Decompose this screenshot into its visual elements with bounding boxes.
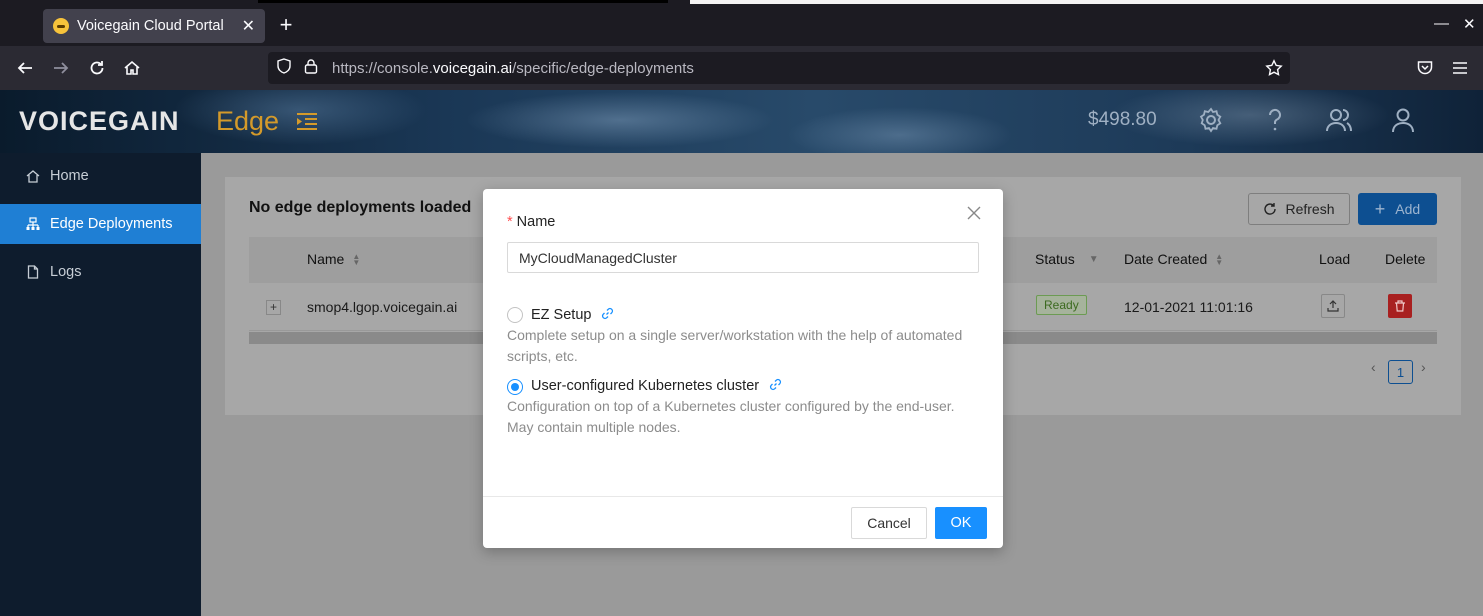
link-icon[interactable]	[601, 307, 614, 324]
new-tab-icon[interactable]: +	[276, 14, 296, 36]
date-created: 12-01-2021 11:01:16	[1124, 299, 1253, 315]
menu-icon[interactable]	[1449, 57, 1471, 79]
sidebar-item-home[interactable]: Home	[0, 156, 201, 196]
app-header: VOICEGAIN Edge $498.80	[0, 90, 1483, 153]
column-header-load: Load	[1319, 251, 1351, 267]
address-bar[interactable]: https://console.voicegain.ai/specific/ed…	[268, 52, 1290, 84]
kubernetes-cluster-description: Configuration on top of a Kubernetes clu…	[507, 398, 955, 435]
help-icon[interactable]	[1261, 106, 1289, 134]
plus-icon: +	[1374, 199, 1386, 219]
user-icon[interactable]	[1389, 106, 1417, 134]
load-button[interactable]	[1321, 294, 1345, 318]
ez-setup-description: Complete setup on a single server/workst…	[507, 327, 963, 364]
close-icon[interactable]	[967, 206, 983, 222]
filter-icon[interactable]: ▼	[1089, 255, 1099, 265]
tab-title: Voicegain Cloud Portal	[77, 18, 224, 34]
back-icon[interactable]	[14, 57, 36, 79]
browser-tab[interactable]: Voicegain Cloud Portal ✕	[43, 9, 265, 43]
add-label: Add	[1395, 201, 1421, 217]
sidebar-item-label: Logs	[50, 264, 82, 280]
shield-icon[interactable]	[276, 57, 292, 79]
link-icon[interactable]	[769, 378, 782, 395]
sidebar-item-logs[interactable]: Logs	[0, 252, 201, 292]
cluster-icon	[26, 217, 40, 231]
background-window-edge	[258, 0, 668, 3]
ez-setup-option[interactable]: EZ Setup	[531, 307, 614, 324]
prev-page-icon[interactable]: ‹	[1371, 359, 1376, 375]
sidebar-item-label: Edge Deployments	[50, 216, 173, 232]
name-input[interactable]	[507, 242, 979, 273]
account-balance: $498.80	[1088, 109, 1157, 130]
add-deployment-dialog: *Name EZ Setup Complete setup on a singl…	[483, 189, 1003, 548]
sort-icon[interactable]: ▲ ▼	[1215, 253, 1223, 267]
refresh-label: Refresh	[1285, 201, 1335, 217]
background-window-edge	[690, 0, 1483, 4]
file-icon	[26, 265, 40, 279]
minimize-window-icon[interactable]: —	[1434, 15, 1449, 32]
voicegain-logo: VOICEGAIN	[19, 106, 180, 136]
url-text: https://console.voicegain.ai/specific/ed…	[332, 59, 694, 77]
bookmark-star-icon[interactable]	[1263, 57, 1285, 79]
sidebar-item-edge-deployments[interactable]: Edge Deployments	[0, 204, 201, 244]
page-title: No edge deployments loaded	[249, 199, 472, 216]
deployment-name: smop4.lgop.voicegain.ai	[307, 299, 458, 315]
sort-icon[interactable]: ▲ ▼	[352, 253, 360, 267]
sidebar: Home Edge Deployments Logs	[0, 153, 201, 616]
column-header-date-created[interactable]: Date Created ▲ ▼	[1124, 251, 1223, 267]
upload-icon	[1327, 300, 1339, 312]
kubernetes-cluster-option[interactable]: User-configured Kubernetes cluster	[531, 378, 782, 395]
add-button[interactable]: + Add	[1358, 193, 1437, 225]
menu-fold-icon[interactable]	[296, 112, 318, 130]
column-header-delete: Delete	[1385, 251, 1426, 267]
ez-setup-radio[interactable]	[507, 307, 523, 323]
trash-icon	[1395, 300, 1405, 312]
browser-nav-bar: https://console.voicegain.ai/specific/ed…	[0, 46, 1483, 90]
dialog-footer-divider	[483, 496, 1003, 497]
close-tab-icon[interactable]: ✕	[242, 16, 255, 36]
status-badge: Ready	[1036, 295, 1087, 315]
browser-tab-bar: Voicegain Cloud Portal ✕ + — ✕	[0, 0, 1483, 46]
lock-icon[interactable]	[304, 58, 318, 79]
edge-product-label: Edge	[216, 106, 280, 136]
reload-icon	[1263, 202, 1277, 216]
name-field-label: * Name	[507, 214, 556, 230]
ok-button[interactable]: OK	[935, 507, 987, 539]
column-header-status[interactable]: Status ▼	[1035, 251, 1099, 267]
page-number[interactable]: 1	[1388, 360, 1413, 384]
sidebar-item-label: Home	[50, 168, 89, 184]
home-icon	[26, 169, 40, 183]
expand-row-button[interactable]: +	[266, 300, 281, 315]
team-icon[interactable]	[1325, 106, 1353, 134]
home-page-icon[interactable]	[121, 57, 143, 79]
refresh-button[interactable]: Refresh	[1248, 193, 1350, 225]
forward-icon[interactable]	[50, 57, 72, 79]
required-marker: *	[507, 214, 513, 230]
close-window-icon[interactable]: ✕	[1463, 15, 1476, 33]
next-page-icon[interactable]: ›	[1421, 359, 1426, 375]
gear-icon[interactable]	[1197, 106, 1225, 134]
delete-button[interactable]	[1388, 294, 1412, 318]
voicegain-favicon-icon	[53, 18, 69, 34]
column-header-name[interactable]: Name ▲ ▼	[307, 251, 360, 267]
pocket-icon[interactable]	[1414, 57, 1436, 79]
cancel-button[interactable]: Cancel	[851, 507, 927, 539]
kubernetes-cluster-radio[interactable]	[507, 379, 523, 395]
reload-icon[interactable]	[86, 57, 108, 79]
